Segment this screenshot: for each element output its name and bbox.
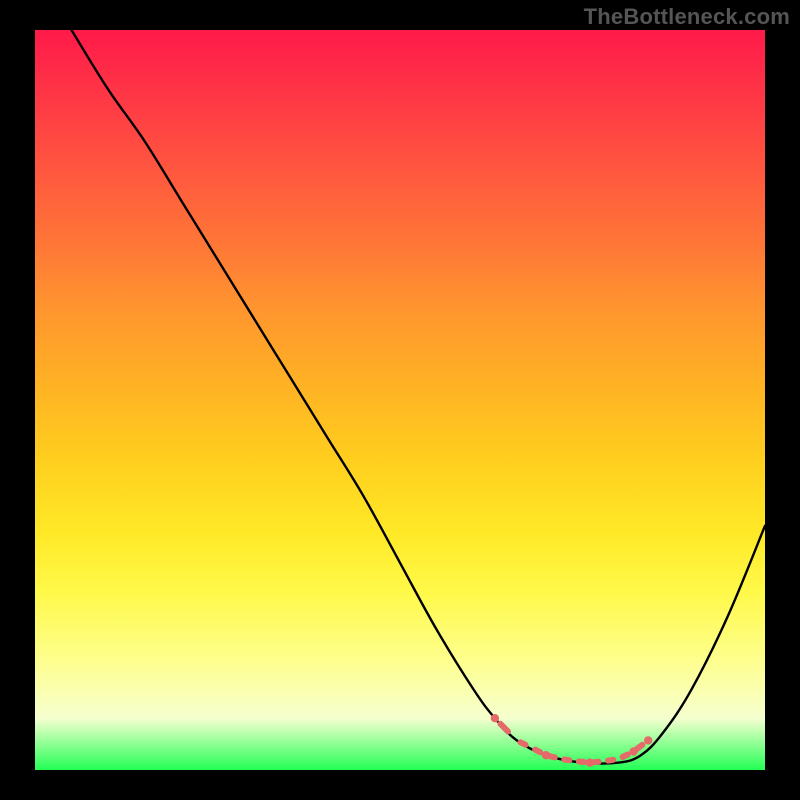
marker-dash (608, 760, 613, 761)
marker-dash (500, 724, 508, 732)
marker-dash (535, 750, 540, 753)
watermark-text: TheBottleneck.com (584, 4, 790, 30)
marker-dash (564, 760, 569, 761)
marker-dash (593, 762, 598, 763)
plot-area (35, 30, 765, 770)
marker-dot (491, 714, 499, 722)
marker-dash (579, 762, 584, 763)
marker-dash (550, 756, 555, 757)
marker-dash (637, 745, 642, 749)
marker-dot (644, 736, 652, 744)
chart-svg (35, 30, 765, 770)
chart-frame: TheBottleneck.com (0, 0, 800, 800)
bottleneck-curve (72, 30, 766, 764)
marker-dash (623, 755, 628, 758)
marker-dash (521, 742, 526, 745)
